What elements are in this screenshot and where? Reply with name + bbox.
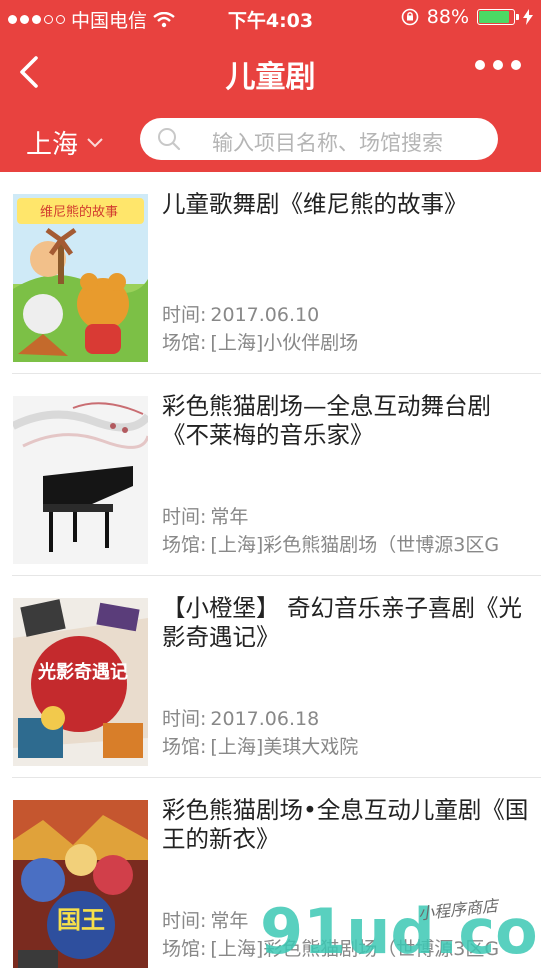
list-item[interactable]: 光影奇遇记 【小橙堡】 奇幻音乐亲子喜剧《光影奇遇记》 时间: 2017.06.1…	[12, 576, 541, 778]
search-icon	[158, 128, 181, 151]
search-input[interactable]: 输入项目名称、场馆搜索	[140, 118, 498, 160]
search-placeholder: 输入项目名称、场馆搜索	[212, 131, 443, 155]
dot-icon	[475, 60, 485, 70]
list-item[interactable]: 维尼熊的故事 儿童歌舞剧《维尼熊的故事》 时间: 2017.06.10 场馆: [上…	[12, 172, 541, 374]
watermark-logo: 91ud.com 小程序商店	[260, 895, 541, 960]
show-venue: 场馆: [上海]小伙伴剧场	[162, 332, 359, 354]
poster-image: 光影奇遇记	[13, 598, 148, 766]
more-options-button[interactable]	[475, 60, 521, 70]
battery-icon	[477, 9, 519, 25]
chevron-down-icon	[87, 137, 103, 147]
svg-text:91ud.com: 91ud.com	[260, 895, 541, 960]
city-selector[interactable]: 上海	[26, 124, 104, 161]
show-time: 时间: 常年	[162, 910, 249, 932]
show-title: 彩色熊猫剧场•全息互动儿童剧《国王的新衣》	[162, 796, 529, 853]
status-bar: 中国电信 下午4:03 88%	[0, 0, 541, 36]
city-label: 上海	[26, 130, 79, 160]
nav-bar: 儿童剧	[0, 40, 541, 104]
poster-caption: 光影奇遇记	[37, 661, 128, 683]
poster-image: 维尼熊的故事	[13, 194, 148, 362]
poster-caption: 国王	[57, 906, 105, 934]
show-title: 【小橙堡】 奇幻音乐亲子喜剧《光影奇遇记》	[162, 594, 522, 651]
show-title: 儿童歌舞剧《维尼熊的故事》	[162, 190, 468, 218]
show-time: 时间: 常年	[162, 506, 249, 528]
battery-percent: 88%	[426, 6, 469, 28]
poster-image: 国王	[13, 800, 148, 968]
poster-caption: 维尼熊的故事	[40, 204, 118, 220]
dot-icon	[511, 60, 521, 70]
show-title: 彩色熊猫剧场—全息互动舞台剧《不莱梅的音乐家》	[162, 392, 491, 449]
poster-image	[13, 396, 148, 564]
show-time: 时间: 2017.06.18	[162, 708, 320, 730]
show-venue: 场馆: [上海]美琪大戏院	[162, 736, 359, 758]
list-item[interactable]: 彩色熊猫剧场—全息互动舞台剧《不莱梅的音乐家》 时间: 常年 场馆: [上海]彩色熊…	[12, 374, 541, 576]
show-venue: 场馆: [上海]彩色熊猫剧场（世博源3区G	[162, 534, 500, 556]
orientation-lock-icon	[401, 8, 419, 26]
show-time: 时间: 2017.06.10	[162, 304, 320, 326]
header: 中国电信 下午4:03 88% 儿童剧 上海 输入项目名称、场馆搜索	[0, 0, 541, 172]
charging-icon	[523, 9, 533, 25]
dot-icon	[493, 60, 503, 70]
page-title: 儿童剧	[225, 60, 316, 95]
